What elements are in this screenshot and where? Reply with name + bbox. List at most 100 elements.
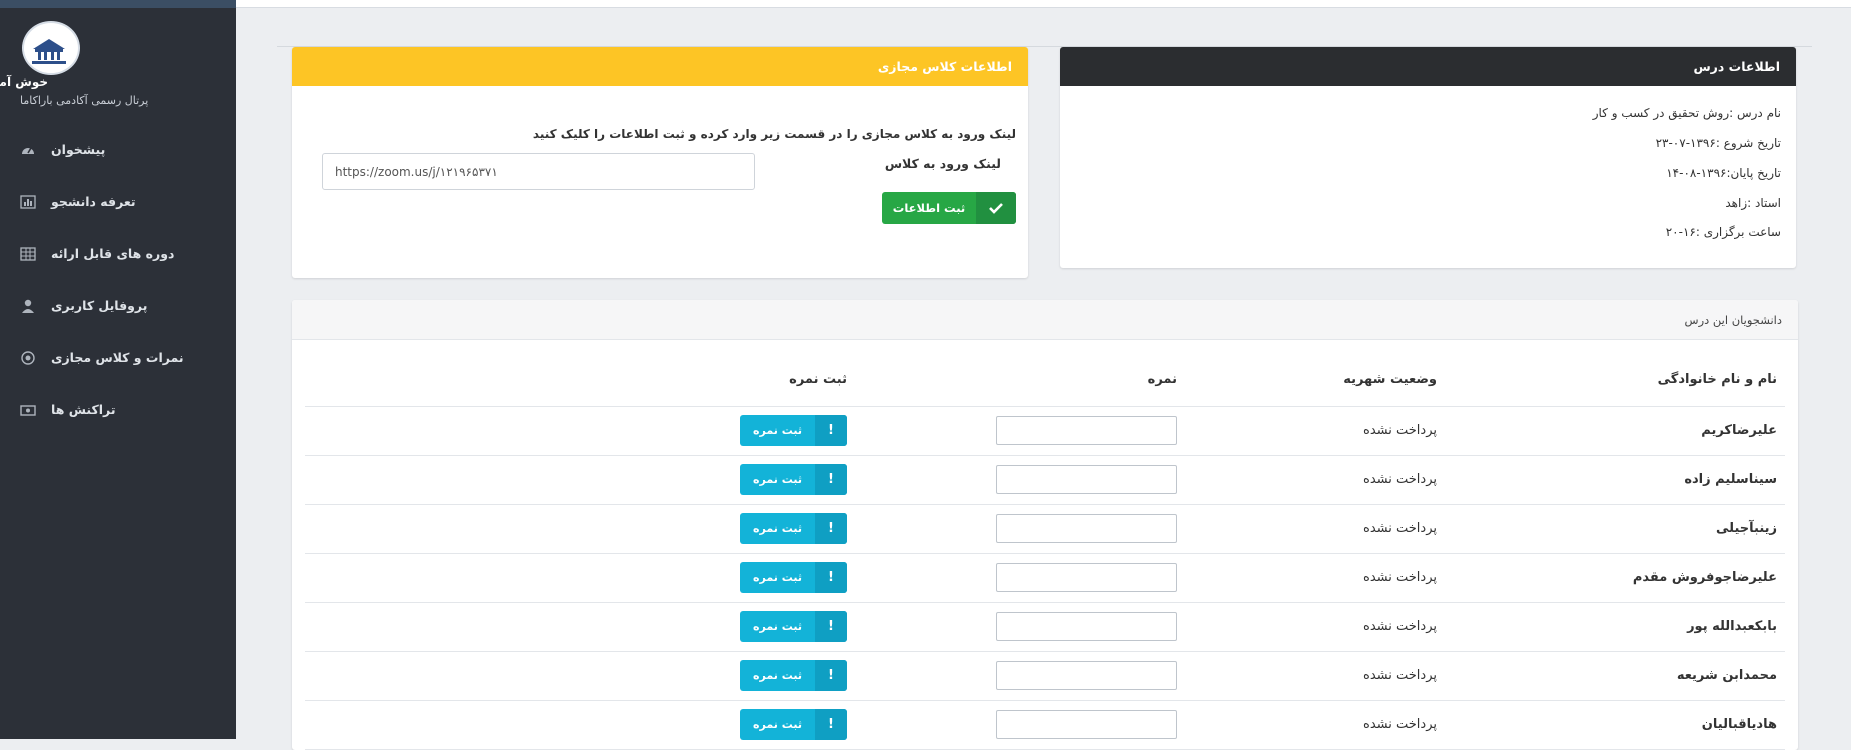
course-end-date: تاریخ پایان:۱۳۹۶-۰۸-۱۴ [1666,166,1781,180]
table-row: زینبآجیلی پرداخت نشده ! ثبت نمره [305,504,1785,554]
score-input[interactable] [996,612,1177,641]
course-start-date: تاریخ شروع :۱۳۹۶-۰۷-۲۳ [1655,136,1781,150]
submit-cell: ! ثبت نمره [305,553,855,603]
sidebar-item-label: دوره های قابل ارائه [51,246,175,261]
table-header-row: نام و نام خانوادگی وضعیت شهریه نمره ثبت … [305,353,1785,407]
table-row: بابکعبدالله پور پرداخت نشده ! ثبت نمره [305,602,1785,652]
column-header-submit: ثبت نمره [305,353,855,407]
sidebar-item-label: نمرات و کلاس مجازی [51,350,184,365]
check-icon [976,192,1016,224]
submit-score-label: ثبت نمره [753,522,802,535]
tuition-status: پرداخت نشده [1185,504,1445,554]
table-icon [20,246,36,262]
sidebar-item-dashboard[interactable]: پیشخوان [0,131,236,171]
submit-score-label: ثبت نمره [753,718,802,731]
students-title: دانشجویان این درس [292,300,1798,340]
exclamation-icon: ! [815,611,847,642]
table-row: علیرضاکریم پرداخت نشده ! ثبت نمره [305,406,1785,456]
sidebar-item-tuition[interactable]: تعرفه دانشجو [0,183,236,223]
course-info-panel: اطلاعات درس نام درس :روش تحقیق در کسب و … [1060,47,1796,268]
submit-score-label: ثبت نمره [753,424,802,437]
exclamation-icon: ! [815,513,847,544]
sidebar-top-bar [0,0,236,8]
sidebar-item-grades[interactable]: نمرات و کلاس مجازی [0,339,236,379]
save-info-button[interactable]: ثبت اطلاعات [882,192,1016,224]
student-name: هادیاقبالیان [1445,700,1785,750]
submit-score-button[interactable]: ! ثبت نمره [740,660,847,691]
user-icon [20,298,36,314]
tuition-status: پرداخت نشده [1185,455,1445,505]
submit-score-label: ثبت نمره [753,571,802,584]
welcome-text: خوش آمدید [0,75,48,89]
students-panel: دانشجویان این درس نام و نام خانوادگی وضع… [292,300,1798,750]
course-info-title: اطلاعات درس [1060,47,1796,86]
student-name: بابکعبدالله پور [1445,602,1785,652]
submit-cell: ! ثبت نمره [305,651,855,701]
score-cell [855,553,1185,603]
exclamation-icon: ! [815,660,847,691]
score-input[interactable] [996,416,1177,445]
score-input[interactable] [996,710,1177,739]
submit-score-button[interactable]: ! ثبت نمره [740,415,847,446]
sidebar-item-courses[interactable]: دوره های قابل ارائه [0,235,236,275]
submit-score-button[interactable]: ! ثبت نمره [740,464,847,495]
academy-logo[interactable] [22,21,80,75]
column-header-tuition-status: وضعیت شهریه [1185,353,1445,407]
class-link-input[interactable] [322,153,755,190]
tuition-status: پرداخت نشده [1185,700,1445,750]
submit-cell: ! ثبت نمره [305,700,855,750]
table-row: هادیاقبالیان پرداخت نشده ! ثبت نمره [305,700,1785,750]
score-input[interactable] [996,514,1177,543]
submit-score-button[interactable]: ! ثبت نمره [740,611,847,642]
score-cell [855,602,1185,652]
exclamation-icon: ! [815,415,847,446]
score-input[interactable] [996,563,1177,592]
dashboard-icon [20,142,36,158]
tuition-status: پرداخت نشده [1185,553,1445,603]
student-name: زینبآجیلی [1445,504,1785,554]
submit-score-button[interactable]: ! ثبت نمره [740,513,847,544]
submit-cell: ! ثبت نمره [305,455,855,505]
bar-chart-icon [20,194,36,210]
submit-score-label: ثبت نمره [753,669,802,682]
top-header-strip [236,0,1851,8]
students-table: نام و نام خانوادگی وضعیت شهریه نمره ثبت … [305,353,1785,750]
table-row: سیناسلیم زاده پرداخت نشده ! ثبت نمره [305,455,1785,505]
student-name: علیرضاکریم [1445,406,1785,456]
sidebar-item-label: پیشخوان [51,142,106,157]
record-icon [20,350,36,366]
score-cell [855,455,1185,505]
column-header-score: نمره [855,353,1185,407]
portal-subtitle: پرتال رسمی آکادمی باراکاما [20,94,149,107]
score-cell [855,651,1185,701]
course-time: ساعت برگزاری :۱۶-۲۰ [1665,225,1781,239]
table-row: محمدابن شریعه پرداخت نشده ! ثبت نمره [305,651,1785,701]
submit-score-button[interactable]: ! ثبت نمره [740,709,847,740]
score-cell [855,504,1185,554]
exclamation-icon: ! [815,709,847,740]
tuition-status: پرداخت نشده [1185,651,1445,701]
tuition-status: پرداخت نشده [1185,602,1445,652]
sidebar: خوش آمدید پرتال رسمی آکادمی باراکاما پیش… [0,0,236,739]
virtual-class-note: لینک ورود به کلاس مجازی را در قسمت زیر و… [532,127,1016,141]
table-row: علیرضاجوفروش مقدم پرداخت نشده ! ثبت نمره [305,553,1785,603]
exclamation-icon: ! [815,464,847,495]
score-input[interactable] [996,661,1177,690]
column-header-name: نام و نام خانوادگی [1445,353,1785,407]
exclamation-icon: ! [815,562,847,593]
course-teacher: استاد :زاهد [1725,196,1781,210]
sidebar-item-profile[interactable]: پروفایل کاربری [0,287,236,327]
submit-cell: ! ثبت نمره [305,504,855,554]
submit-score-button[interactable]: ! ثبت نمره [740,562,847,593]
submit-score-label: ثبت نمره [753,473,802,486]
sidebar-item-label: تعرفه دانشجو [51,194,136,209]
score-cell [855,406,1185,456]
submit-cell: ! ثبت نمره [305,406,855,456]
student-name: سیناسلیم زاده [1445,455,1785,505]
sidebar-item-label: تراکنش ها [51,402,116,417]
class-link-label: لینک ورود به کلاس [884,156,1001,171]
score-cell [855,700,1185,750]
sidebar-item-label: پروفایل کاربری [51,298,148,313]
sidebar-item-transactions[interactable]: تراکنش ها [0,391,236,431]
score-input[interactable] [996,465,1177,494]
